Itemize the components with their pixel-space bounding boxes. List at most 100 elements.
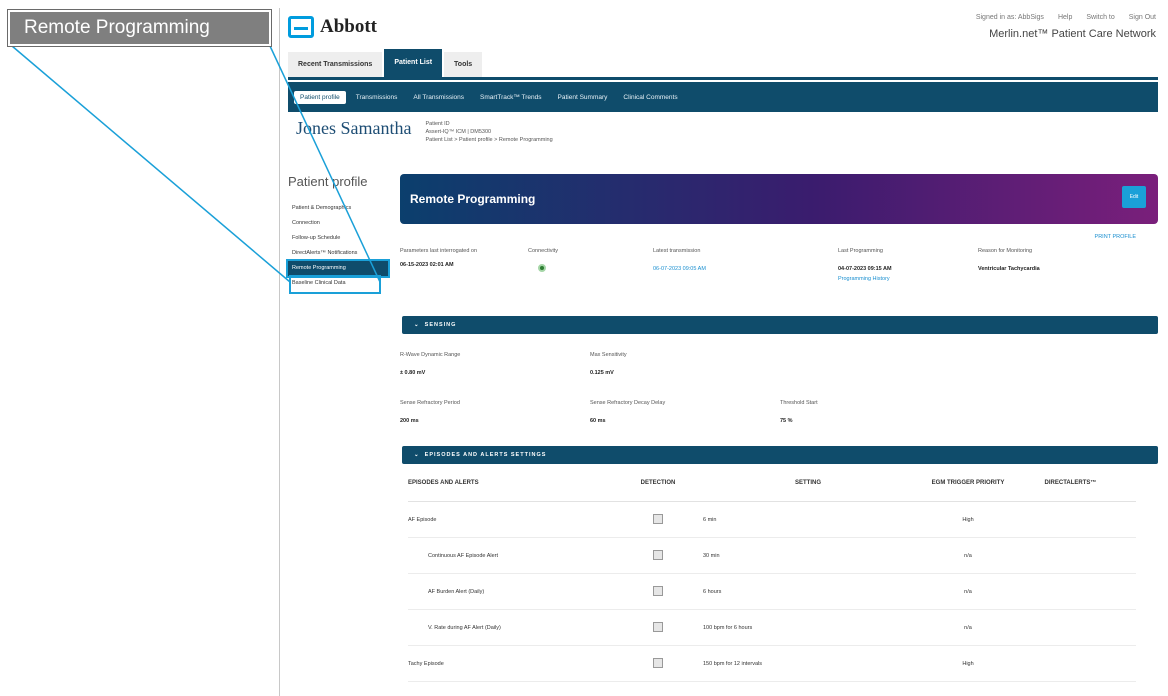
tab-clinical-comments[interactable]: Clinical Comments xyxy=(617,91,683,104)
episodes-section-header[interactable]: ⌄ EPISODES AND ALERTS SETTINGS xyxy=(402,446,1158,464)
episode-name: V. Rate during AF Alert (Daily) xyxy=(428,624,501,631)
patient-header: Jones Samantha Patient ID Assert-IQ™ ICM… xyxy=(296,118,553,144)
help-link[interactable]: Help xyxy=(1058,14,1072,21)
last-programming-value: 04-07-2023 09:15 AM xyxy=(838,266,892,272)
connectivity-status-icon xyxy=(538,264,546,272)
sensing-field: Sense Refractory Decay Delay 60 ms xyxy=(590,398,665,426)
summary-connectivity: Connectivity xyxy=(528,246,653,316)
header-links: Signed in as: AbbSigs Help Switch to Sig… xyxy=(976,14,1156,21)
detection-cell xyxy=(613,513,703,526)
callout-label: Remote Programming xyxy=(7,9,272,47)
detection-cell xyxy=(613,549,703,562)
field-label: Sense Refractory Decay Delay xyxy=(590,400,666,406)
detection-checkbox[interactable] xyxy=(653,549,663,560)
tab-patient-profile[interactable]: Patient profile xyxy=(294,90,346,104)
switch-link[interactable]: Switch to xyxy=(1086,14,1114,21)
tab-patient-summary[interactable]: Patient Summary xyxy=(552,91,614,104)
field-value: 200 ms xyxy=(400,418,419,424)
device-info: Assert-IQ™ ICM | DM5300 xyxy=(425,129,492,135)
summary-parameters: Parameters last interrogated on 06-15-20… xyxy=(400,246,528,316)
connectivity-label: Connectivity xyxy=(528,248,558,254)
detection-checkbox[interactable] xyxy=(653,585,663,596)
detection-cell xyxy=(613,585,703,598)
last-programming-label: Last Programming xyxy=(838,248,883,254)
field-label: Threshold Start xyxy=(780,400,818,406)
table-row: Continuous AF Episode Alert 30 min n/a xyxy=(408,538,1136,574)
secondary-tabs: Patient profile Transmissions All Transm… xyxy=(288,82,1158,112)
tab-all-transmissions[interactable]: All Transmissions xyxy=(407,91,470,104)
programming-history-link[interactable]: Programming History xyxy=(838,274,978,284)
episode-name: AF Episode xyxy=(408,516,437,523)
collapse-icon: ⌄ xyxy=(414,322,425,328)
parameters-value: 06-15-2023 02:01 AM xyxy=(400,262,454,268)
sidebar-item-connection[interactable]: Connection xyxy=(288,216,388,231)
abbott-logo-icon xyxy=(288,16,314,38)
sidebar-title: Patient profile xyxy=(288,174,368,189)
abbott-logo[interactable]: Abbott xyxy=(288,16,377,38)
primary-tabs: Recent Transmissions Patient List Tools xyxy=(288,49,1158,80)
tab-transmissions[interactable]: Transmissions xyxy=(350,91,404,104)
sensing-field: Sense Refractory Period 200 ms xyxy=(400,398,460,426)
sidebar-item-baseline[interactable]: Baseline Clinical Data xyxy=(288,276,388,291)
main-content: Remote Programming Edit PRINT PROFILE Pa… xyxy=(400,174,1158,682)
setting-cell: 150 bpm for 12 intervals xyxy=(703,660,763,667)
setting-cell: 6 min xyxy=(703,516,717,523)
episodes-title: EPISODES AND ALERTS SETTINGS xyxy=(424,452,547,458)
page-banner: Remote Programming Edit xyxy=(400,174,1158,224)
field-value: 0.125 mV xyxy=(590,370,614,376)
tab-tools[interactable]: Tools xyxy=(444,52,483,77)
patient-meta: Patient ID Assert-IQ™ ICM | DM5300 Patie… xyxy=(425,118,552,144)
episode-name: Tachy Episode xyxy=(408,660,444,667)
latest-transmission-link[interactable]: 06-07-2023 09:05 AM xyxy=(653,264,838,274)
breadcrumb[interactable]: Patient List > Patient profile > Remote … xyxy=(425,136,552,144)
collapse-icon: ⌄ xyxy=(414,452,425,458)
logo-text: Abbott xyxy=(320,16,378,37)
field-value: 75 % xyxy=(780,418,793,424)
sensing-title: SENSING xyxy=(424,322,457,328)
setting-cell: 100 bpm for 6 hours xyxy=(703,624,753,631)
parameters-label: Parameters last interrogated on xyxy=(400,248,478,254)
sign-out-link[interactable]: Sign Out xyxy=(1129,14,1156,21)
detection-checkbox[interactable] xyxy=(653,621,663,632)
field-label: Sense Refractory Period xyxy=(400,400,460,406)
page-title: Remote Programming xyxy=(410,192,536,206)
reason-value: Ventricular Tachycardia xyxy=(978,266,1040,272)
sidebar-item-follow-up[interactable]: Follow-up Schedule xyxy=(288,231,388,246)
table-row: AF Episode 6 min High xyxy=(408,502,1136,538)
sidebar-item-directalerts[interactable]: DirectAlerts™ Notifications xyxy=(288,246,388,261)
priority-cell: High xyxy=(962,660,974,667)
sensing-section: R-Wave Dynamic Range ± 0.80 mV Max Sensi… xyxy=(400,334,1158,446)
setting-cell: 30 min xyxy=(703,552,720,559)
table-row: Tachy Episode 150 bpm for 12 intervals Hig… xyxy=(408,646,1136,682)
network-title: Merlin.net™ Patient Care Network xyxy=(989,28,1156,40)
sensing-section-header[interactable]: ⌄ SENSING xyxy=(402,316,1158,334)
sidebar-item-remote-programming[interactable]: Remote Programming xyxy=(286,259,390,278)
detection-checkbox[interactable] xyxy=(653,513,663,524)
edit-button[interactable]: Edit xyxy=(1122,186,1146,208)
summary-row: Parameters last interrogated on 06-15-20… xyxy=(400,246,1158,316)
sidebar-item-patient-demographics[interactable]: Patient & Demographics xyxy=(288,201,388,216)
patient-id: Patient ID xyxy=(425,121,450,127)
summary-latest: Latest transmission 06-07-2023 09:05 AM xyxy=(653,246,838,316)
detection-checkbox[interactable] xyxy=(653,657,663,668)
summary-reason: Reason for Monitoring Ventricular Tachyc… xyxy=(978,246,1128,316)
sensing-field: Threshold Start 75 % xyxy=(780,398,818,426)
tab-smarttrack-trends[interactable]: SmartTrack™ Trends xyxy=(474,91,548,104)
episode-name: AF Burden Alert (Daily) xyxy=(428,588,485,595)
setting-cell: 6 hours xyxy=(703,588,722,595)
print-profile-link[interactable]: PRINT PROFILE xyxy=(400,224,1158,246)
episodes-table-header: EPISODES AND ALERTS DETECTION SETTING EG… xyxy=(408,464,1136,502)
episodes-table-body: AF Episode 6 min High Continuous AF Episode… xyxy=(400,502,1158,682)
detection-cell xyxy=(613,621,703,634)
top-bar: Abbott Signed in as: AbbSigs Help Switch… xyxy=(280,8,1168,50)
col-setting: SETTING xyxy=(794,479,821,486)
priority-cell: n/a xyxy=(964,624,972,631)
sidebar: Patient profile Patient & Demographics C… xyxy=(286,174,390,291)
tab-patient-list[interactable]: Patient List xyxy=(384,49,443,77)
episode-name: Continuous AF Episode Alert xyxy=(428,552,499,559)
tab-recent-transmissions[interactable]: Recent Transmissions xyxy=(288,52,383,77)
table-row: AF Burden Alert (Daily) 6 hours n/a xyxy=(408,574,1136,610)
summary-last-programming: Last Programming 04-07-2023 09:15 AM Pro… xyxy=(838,246,978,316)
detection-cell xyxy=(613,657,703,670)
field-label: R-Wave Dynamic Range xyxy=(400,352,461,358)
